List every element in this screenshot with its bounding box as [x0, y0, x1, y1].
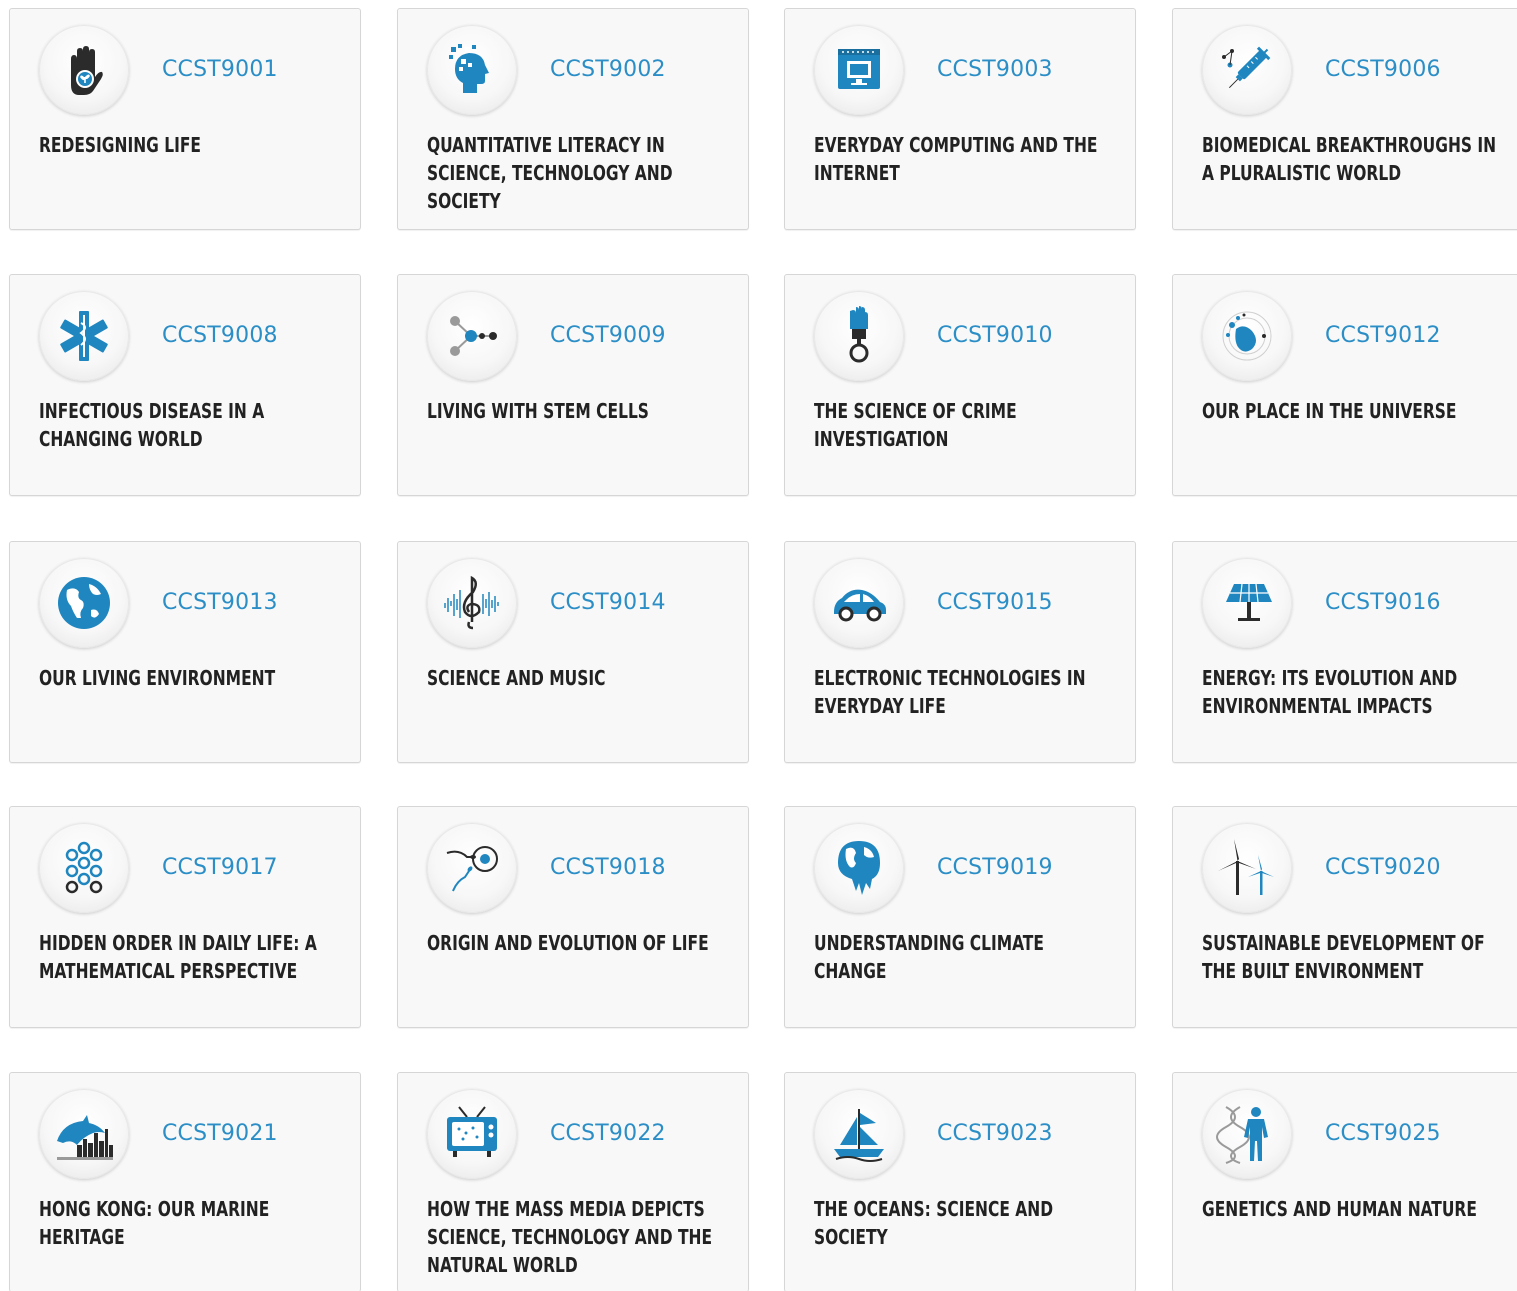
course-title: ELECTRONIC TECHNOLOGIES IN EVERYDAY LIFE — [814, 666, 1086, 718]
planet-orbit-icon — [1202, 291, 1292, 381]
course-title: LIVING WITH STEM CELLS — [427, 399, 649, 423]
course-title: UNDERSTANDING CLIMATE CHANGE — [814, 931, 1044, 983]
sailboat-icon — [814, 1089, 904, 1179]
course-code-link[interactable]: CCST9001 — [162, 57, 278, 82]
course-title: THE SCIENCE OF CRIME INVESTIGATION — [814, 399, 1017, 451]
course-code-link[interactable]: CCST9019 — [937, 855, 1053, 880]
course-code-link[interactable]: CCST9014 — [550, 590, 666, 615]
course-card[interactable]: CCST9019 UNDERSTANDING CLIMATE CHANGE — [784, 806, 1136, 1028]
course-code-link[interactable]: CCST9012 — [1325, 323, 1441, 348]
course-title: EVERYDAY COMPUTING AND THE INTERNET — [814, 133, 1098, 185]
course-code-link[interactable]: CCST9023 — [937, 1121, 1053, 1146]
circles-pattern-icon — [39, 823, 129, 913]
syringe-icon — [1202, 25, 1292, 115]
course-title: ORIGIN AND EVOLUTION OF LIFE — [427, 931, 709, 955]
course-title: OUR PLACE IN THE UNIVERSE — [1202, 399, 1457, 423]
course-code-link[interactable]: CCST9018 — [550, 855, 666, 880]
course-title: SUSTAINABLE DEVELOPMENT OF THE BUILT ENV… — [1202, 931, 1485, 983]
medical-star-icon — [39, 291, 129, 381]
course-title: INFECTIOUS DISEASE IN A CHANGING WORLD — [39, 399, 265, 451]
course-card[interactable]: CCST9022 HOW THE MASS MEDIA DEPICTS SCIEN… — [397, 1072, 749, 1291]
handcuff-fist-icon — [814, 291, 904, 381]
course-code-link[interactable]: CCST9025 — [1325, 1121, 1441, 1146]
cell-network-icon — [427, 291, 517, 381]
melting-globe-icon — [814, 823, 904, 913]
course-card[interactable]: CCST9018 ORIGIN AND EVOLUTION OF LIFE — [397, 806, 749, 1028]
course-code-link[interactable]: CCST9017 — [162, 855, 278, 880]
course-code-link[interactable]: CCST9010 — [937, 323, 1053, 348]
course-card[interactable]: CCST9015 ELECTRONIC TECHNOLOGIES IN EVERY… — [784, 541, 1136, 763]
course-code-link[interactable]: CCST9002 — [550, 57, 666, 82]
globe-icon — [39, 558, 129, 648]
course-code-link[interactable]: CCST9020 — [1325, 855, 1441, 880]
course-title: SCIENCE AND MUSIC — [427, 666, 606, 690]
treble-clef-icon — [427, 558, 517, 648]
hand-plant-icon — [39, 25, 129, 115]
course-card[interactable]: CCST9008 INFECTIOUS DISEASE IN A CHANGING… — [9, 274, 361, 496]
course-code-link[interactable]: CCST9003 — [937, 57, 1053, 82]
course-card[interactable]: CCST9020 SUSTAINABLE DEVELOPMENT OF THE B… — [1172, 806, 1517, 1028]
course-card[interactable]: CCST9023 THE OCEANS: SCIENCE AND SOCIETY — [784, 1072, 1136, 1291]
course-card[interactable]: CCST9013 OUR LIVING ENVIRONMENT — [9, 541, 361, 763]
course-card[interactable]: CCST9006 BIOMEDICAL BREAKTHROUGHS IN A PL… — [1172, 8, 1517, 230]
course-title: OUR LIVING ENVIRONMENT — [39, 666, 276, 690]
course-card[interactable]: CCST9021 HONG KONG: OUR MARINE HERITAGE — [9, 1072, 361, 1291]
course-code-link[interactable]: CCST9015 — [937, 590, 1053, 615]
course-code-link[interactable]: CCST9022 — [550, 1121, 666, 1146]
course-card[interactable]: CCST9017 HIDDEN ORDER IN DAILY LIFE: A MA… — [9, 806, 361, 1028]
course-card[interactable]: CCST9003 EVERYDAY COMPUTING AND THE INTER… — [784, 8, 1136, 230]
course-card[interactable]: CCST9012 OUR PLACE IN THE UNIVERSE — [1172, 274, 1517, 496]
course-title: THE OCEANS: SCIENCE AND SOCIETY — [814, 1197, 1054, 1249]
course-title: ENERGY: ITS EVOLUTION AND ENVIRONMENTAL … — [1202, 666, 1458, 718]
course-code-link[interactable]: CCST9013 — [162, 590, 278, 615]
wind-turbine-icon — [1202, 823, 1292, 913]
course-title: HIDDEN ORDER IN DAILY LIFE: A MATHEMATIC… — [39, 931, 317, 983]
course-card[interactable]: CCST9010 THE SCIENCE OF CRIME INVESTIGATI… — [784, 274, 1136, 496]
course-card[interactable]: CCST9009 LIVING WITH STEM CELLS — [397, 274, 749, 496]
course-title: HOW THE MASS MEDIA DEPICTS SCIENCE, TECH… — [427, 1197, 713, 1277]
course-code-link[interactable]: CCST9016 — [1325, 590, 1441, 615]
course-title: BIOMEDICAL BREAKTHROUGHS IN A PLURALISTI… — [1202, 133, 1497, 185]
solar-panel-icon — [1202, 558, 1292, 648]
course-code-link[interactable]: CCST9021 — [162, 1121, 278, 1146]
course-code-link[interactable]: CCST9009 — [550, 323, 666, 348]
course-code-link[interactable]: CCST9006 — [1325, 57, 1441, 82]
course-card[interactable]: CCST9002 QUANTITATIVE LITERACY IN SCIENCE… — [397, 8, 749, 230]
head-pixels-icon — [427, 25, 517, 115]
dna-human-icon — [1202, 1089, 1292, 1179]
course-title: QUANTITATIVE LITERACY IN SCIENCE, TECHNO… — [427, 133, 673, 213]
course-card[interactable]: CCST9014 SCIENCE AND MUSIC — [397, 541, 749, 763]
dolphin-skyline-icon — [39, 1089, 129, 1179]
course-title: GENETICS AND HUMAN NATURE — [1202, 1197, 1477, 1221]
course-card[interactable]: CCST9016 ENERGY: ITS EVOLUTION AND ENVIRO… — [1172, 541, 1517, 763]
computer-calendar-icon — [814, 25, 904, 115]
course-card[interactable]: CCST9001 REDESIGNING LIFE — [9, 8, 361, 230]
television-icon — [427, 1089, 517, 1179]
course-title: HONG KONG: OUR MARINE HERITAGE — [39, 1197, 270, 1249]
course-card[interactable]: CCST9025 GENETICS AND HUMAN NATURE — [1172, 1072, 1517, 1291]
course-code-link[interactable]: CCST9008 — [162, 323, 278, 348]
car-icon — [814, 558, 904, 648]
course-title: REDESIGNING LIFE — [39, 133, 202, 157]
sperm-egg-icon — [427, 823, 517, 913]
